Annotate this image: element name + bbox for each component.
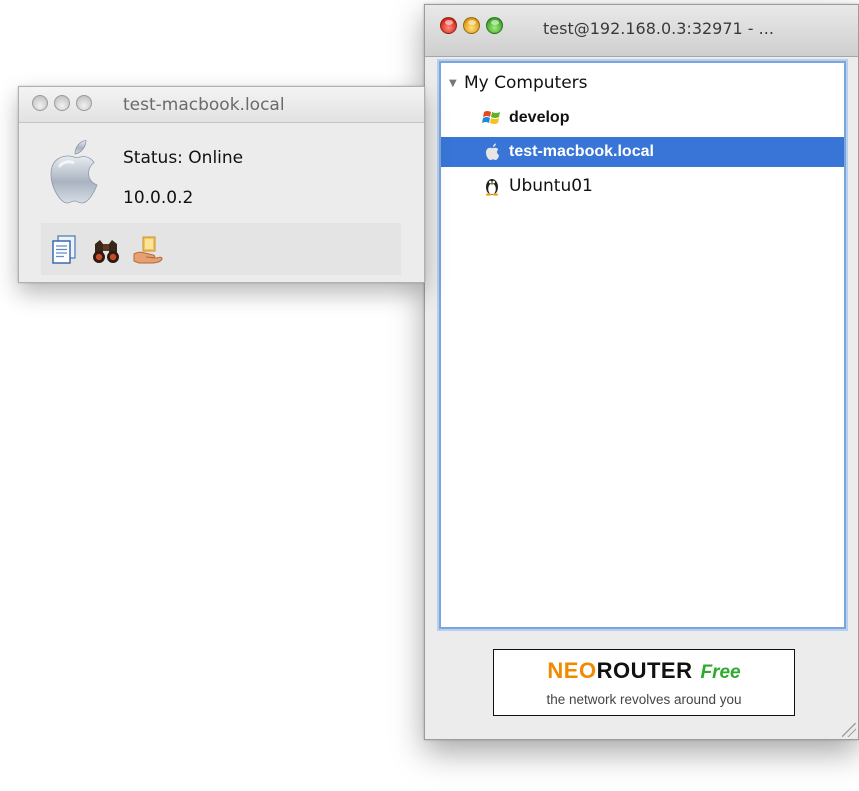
- logo-tagline: the network revolves around you: [546, 692, 742, 707]
- tree-item-test-macbook[interactable]: test-macbook.local: [441, 137, 844, 167]
- computer-detail-window: test-macbook.local Status: Online 10.0.0…: [18, 86, 425, 283]
- disclosure-triangle-icon[interactable]: ▼: [449, 78, 461, 89]
- tree-root-label: My Computers: [464, 73, 588, 93]
- file-transfer-icon[interactable]: [47, 232, 81, 266]
- windows-icon: [481, 107, 503, 129]
- shared-folder-icon[interactable]: [131, 232, 165, 266]
- main-window: test@192.168.0.3:32971 - ... ▼ My Comput…: [424, 4, 859, 740]
- zoom-button[interactable]: [76, 95, 92, 111]
- window-controls: [440, 17, 503, 34]
- logo-free-text: Free: [700, 662, 741, 683]
- window-title: test@192.168.0.3:32971 - ...: [543, 19, 774, 38]
- window-controls-inactive: [32, 95, 92, 111]
- ip-address-text: 10.0.0.2: [123, 188, 194, 208]
- close-button[interactable]: [440, 17, 457, 34]
- logo-router-text: ROUTER: [596, 658, 693, 683]
- minimize-button[interactable]: [463, 17, 480, 34]
- main-titlebar[interactable]: test@192.168.0.3:32971 - ...: [425, 5, 858, 57]
- tree-root-my-computers[interactable]: ▼ My Computers: [449, 71, 588, 95]
- action-toolbar: [41, 223, 401, 275]
- apple-logo-icon: [47, 137, 101, 207]
- detail-window-title: test-macbook.local: [123, 95, 285, 115]
- computer-tree[interactable]: ▼ My Computers develop test-macbook.loca…: [439, 61, 846, 629]
- tree-item-label: test-macbook.local: [509, 143, 654, 160]
- resize-grip-icon[interactable]: [842, 723, 856, 737]
- neorouter-logo-banner[interactable]: NEOROUTER Free the network revolves aroun…: [493, 649, 795, 716]
- tree-item-label: Ubuntu01: [509, 176, 593, 196]
- tree-item-label: develop: [509, 109, 570, 126]
- detail-titlebar[interactable]: test-macbook.local: [19, 87, 424, 123]
- linux-tux-icon: [481, 175, 503, 197]
- zoom-button[interactable]: [486, 17, 503, 34]
- logo-neo-text: NEO: [547, 658, 597, 683]
- apple-icon: [481, 141, 503, 163]
- tree-item-ubuntu01[interactable]: Ubuntu01: [441, 171, 844, 201]
- binoculars-icon[interactable]: [89, 232, 123, 266]
- close-button[interactable]: [32, 95, 48, 111]
- minimize-button[interactable]: [54, 95, 70, 111]
- status-text: Status: Online: [123, 148, 244, 168]
- tree-item-develop[interactable]: develop: [441, 103, 844, 133]
